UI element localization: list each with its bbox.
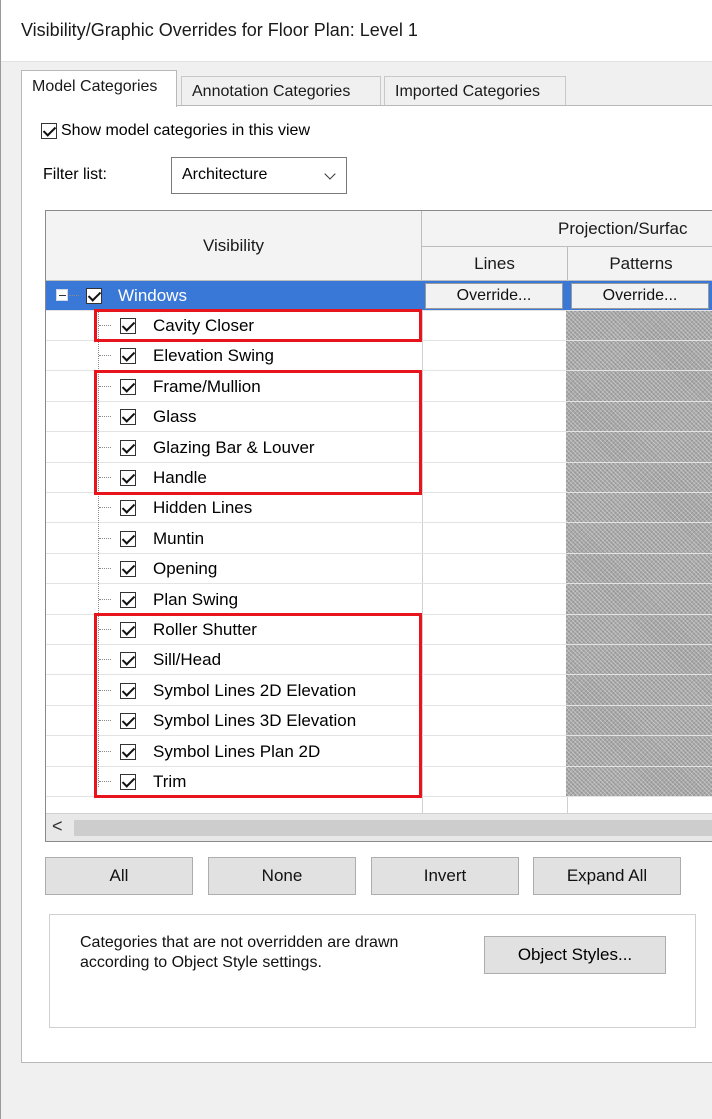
none-button[interactable]: None [208,857,356,895]
scroll-left-arrow-icon[interactable]: < [52,816,63,837]
tree-connector [99,537,111,539]
category-row[interactable]: Hidden Lines [46,493,712,524]
subcategory-checkbox[interactable] [120,500,136,517]
highlight-box [94,370,422,495]
highlight-box [94,613,422,798]
lines-column-header[interactable]: Lines [422,247,568,281]
filter-list-dropdown[interactable]: Architecture [171,157,347,194]
subcategory-checkbox[interactable] [120,561,136,578]
category-name: Opening [153,559,218,579]
show-model-categories-checkbox[interactable] [41,123,57,139]
category-row[interactable]: Plan Swing [46,585,712,615]
category-name: Plan Swing [153,589,239,609]
filter-list-value: Architecture [182,166,268,183]
highlight-box [94,309,422,342]
title-bar: Visibility/Graphic Overrides for Floor P… [1,0,712,62]
horizontal-scrollbar[interactable]: < [46,813,712,841]
tree-connector [69,295,79,296]
subcategory-checkbox[interactable] [120,591,136,608]
dialog-title: Visibility/Graphic Overrides for Floor P… [21,20,418,40]
windows-checkbox[interactable] [86,288,102,304]
show-model-categories-row: Show model categories in this view [41,122,310,140]
category-name: Hidden Lines [153,498,253,518]
collapse-icon[interactable] [56,289,68,301]
category-name: Windows [118,286,187,305]
chevron-down-icon [324,168,336,180]
tree-connector [99,355,111,357]
tree-connector [99,507,111,509]
expand-all-button[interactable]: Expand All [533,857,681,895]
patterns-override-button[interactable]: Override... [571,283,709,309]
dialog-footer [1,1063,712,1119]
invert-button[interactable]: Invert [371,857,519,895]
filter-list-label: Filter list: [43,166,107,183]
scrollbar-thumb[interactable] [74,820,712,836]
tab-annotation-categories[interactable]: Annotation Categories [181,76,381,106]
visibility-column-header[interactable]: Visibility [46,211,422,281]
tab-model-categories[interactable]: Model Categories [21,70,177,107]
tree-connector [99,568,111,570]
category-row[interactable]: Elevation Swing [46,341,712,372]
category-row[interactable]: Muntin [46,524,712,554]
tab-imported-categories[interactable]: Imported Categories [384,76,566,106]
category-row[interactable]: Opening [46,554,712,585]
projection-surface-header: Projection/Surfac [422,211,712,247]
patterns-column-header[interactable]: Patterns [568,247,712,281]
dialog-window: Visibility/Graphic Overrides for Floor P… [0,0,712,1119]
object-style-note: Categories that are not overridden are d… [80,934,399,971]
subcategory-checkbox[interactable] [120,530,136,547]
category-name: Muntin [153,528,205,548]
subcategory-checkbox[interactable] [120,348,136,365]
show-model-categories-label: Show model categories in this view [61,122,311,139]
all-button[interactable]: All [45,857,193,895]
object-styles-group: Categories that are not overridden are d… [49,914,696,1028]
tree-connector [99,598,111,600]
object-styles-button[interactable]: Object Styles... [484,936,666,974]
category-row-windows[interactable]: Windows Override... Override... [46,281,712,311]
category-name: Elevation Swing [153,346,274,366]
lines-override-button[interactable]: Override... [425,283,563,309]
